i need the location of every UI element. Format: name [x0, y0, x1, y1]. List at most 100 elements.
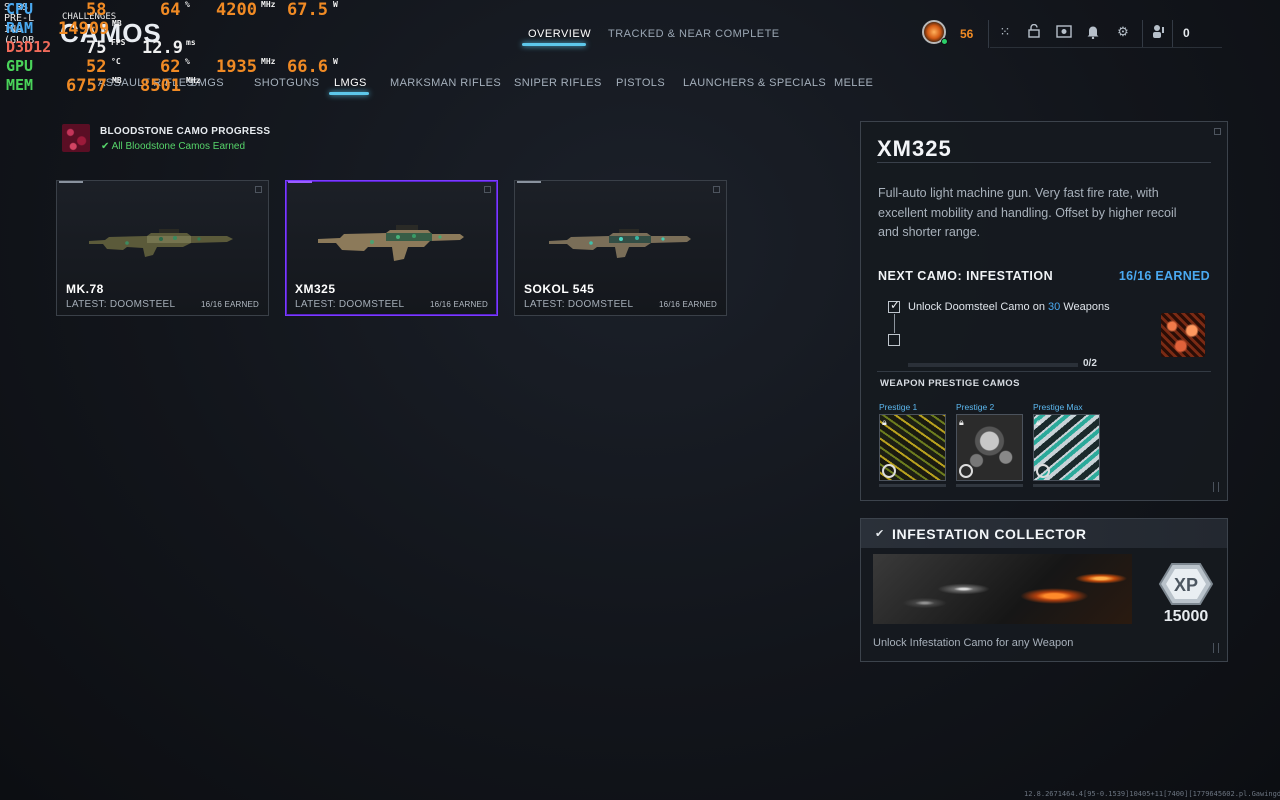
infestation-camo-thumbnail[interactable] [1161, 313, 1205, 357]
checkmark-icon: ✔ [101, 141, 112, 152]
prestige-label: Prestige 1 [879, 402, 918, 412]
gpu-temp: 52 [86, 57, 107, 77]
collector-description: Unlock Infestation Camo for any Weapon [873, 637, 1074, 649]
ram-label: RAM [6, 19, 34, 37]
collector-title: INFESTATION COLLECTOR [892, 526, 1087, 542]
weapon-earned-count: 16/16 EARNED [201, 300, 259, 309]
header-rule [990, 47, 1222, 48]
cpu-load: 64 [160, 0, 181, 20]
cpu-label: CPU [6, 0, 34, 18]
gpu-c-unit: °C [111, 57, 121, 66]
prestige-label: Prestige Max [1033, 402, 1083, 412]
cpu-mhz-unit: MHz [261, 0, 276, 9]
infestation-collector-panel: ✔ INFESTATION COLLECTOR XP 15000 Unlock … [860, 518, 1228, 662]
fps-value: 75 [86, 38, 107, 58]
card-progress-indicator [288, 181, 312, 183]
unlock-icon[interactable] [1026, 23, 1042, 40]
tab-shotguns[interactable]: SHOTGUNS [254, 77, 320, 89]
challenge-checkbox-empty [888, 334, 900, 346]
prestige-label: Prestige 2 [956, 402, 995, 412]
gpu-power: 66.6 [287, 57, 328, 77]
xp-badge-label: XP [1174, 575, 1198, 595]
weapon-detail-panel: XM325 Full-auto light machine gun. Very … [860, 121, 1228, 501]
next-camo-label: NEXT CAMO: INFESTATION [878, 269, 1054, 283]
ms-unit: ms [186, 38, 196, 47]
weapon-name: SOKOL 545 [524, 282, 595, 296]
next-camo-earned: 16/16 EARNED [1118, 269, 1210, 283]
camera-icon[interactable] [1056, 24, 1072, 40]
player-level: 56 [960, 27, 974, 41]
prestige-camo-image: 🔒︎ [956, 414, 1023, 481]
tab-lmgs-underline [329, 92, 369, 95]
lock-icon: 🔒︎ [1036, 417, 1041, 427]
settings-gear-icon[interactable]: ⚙ [1115, 24, 1131, 40]
divider [1172, 20, 1173, 48]
challenge-connector [894, 314, 895, 333]
xp-reward-value: 15000 [1163, 608, 1209, 625]
challenge-checkbox-checked [888, 298, 900, 313]
tab-overview-underline [522, 43, 586, 46]
cpu-clock: 4200 [216, 0, 257, 20]
tab-overview[interactable]: OVERVIEW [528, 28, 591, 40]
weapon-name: XM325 [295, 282, 336, 296]
challenge-text-post: Weapons [1060, 301, 1110, 313]
gpu-load: 62 [160, 57, 181, 77]
mem-mhz-unit: MHz [186, 76, 201, 85]
weapon-detail-title: XM325 [877, 136, 952, 161]
gpu-label: GPU [6, 57, 34, 75]
tab-launchers-specials[interactable]: LAUNCHERS & SPECIALS [683, 77, 826, 89]
card-progress-indicator [517, 181, 541, 183]
weapon-latest-camo: LATEST: DOOMSTEEL [295, 299, 405, 310]
party-icon[interactable] [1151, 24, 1167, 40]
tab-pistols[interactable]: PISTOLS [616, 77, 665, 89]
weapon-description: Full-auto light machine gun. Very fast f… [878, 186, 1177, 239]
weapon-card-sokol545[interactable]: SOKOL 545 LATEST: DOOMSTEEL 16/16 EARNED [514, 180, 727, 316]
calling-card-image [873, 554, 1132, 624]
prestige-progress-bar [956, 484, 1023, 487]
card-corner-icon [255, 186, 262, 193]
cpu-w-unit: W [333, 0, 338, 9]
xp-badge-icon: XP [1158, 563, 1214, 605]
mem-clock: 8501 [140, 76, 181, 96]
weapon-card-mk78[interactable]: MK.78 LATEST: DOOMSTEEL 16/16 EARNED [56, 180, 269, 316]
fps-unit: FPS [111, 38, 126, 47]
apps-grid-icon[interactable]: ⁙ [997, 24, 1013, 40]
bloodstone-status-text: All Bloodstone Camos Earned [111, 141, 246, 152]
challenge-count: 30 [1048, 301, 1061, 313]
weapon-card-xm325[interactable]: XM325 LATEST: DOOMSTEEL 16/16 EARNED [285, 180, 498, 316]
prestige-camo-image: 🔒︎ [1033, 414, 1100, 481]
tab-lmgs[interactable]: LMGS [334, 77, 367, 89]
mem-label: MEM [6, 76, 34, 94]
gpu-w-unit: W [333, 57, 338, 66]
tab-tracked-near-complete[interactable]: TRACKED & NEAR COMPLETE [608, 28, 780, 40]
bloodstone-title: BLOODSTONE CAMO PROGRESS [100, 126, 271, 137]
scroll-indicator-icon [1213, 643, 1219, 653]
prestige-camo-2[interactable]: Prestige 2 🔒︎ [956, 402, 1023, 487]
vram-used: 6757 [66, 76, 107, 96]
weapon-image-xm325 [318, 225, 464, 261]
tab-melee[interactable]: MELEE [834, 77, 873, 89]
gpu-clock: 1935 [216, 57, 257, 77]
card-corner-icon [484, 186, 491, 193]
frametime-value: 12.9 [142, 38, 183, 58]
challenge-progress-bar [908, 363, 1078, 367]
tab-marksman-rifles[interactable]: MARKSMAN RIFLES [390, 77, 501, 89]
prestige-camo-max[interactable]: Prestige Max 🔒︎ [1033, 402, 1100, 487]
weapon-image-mk78 [89, 229, 233, 257]
challenge-text: Unlock Doomsteel Camo on 30 Weapons [908, 301, 1110, 313]
d3d-label: D3D12 [6, 38, 52, 56]
scroll-indicator-icon [1213, 482, 1219, 492]
panel-corner-icon [1214, 128, 1221, 135]
weapon-latest-camo: LATEST: DOOMSTEEL [524, 299, 634, 310]
tab-sniper-rifles[interactable]: SNIPER RIFLES [514, 77, 602, 89]
divider [877, 371, 1211, 372]
weapon-latest-camo: LATEST: DOOMSTEEL [66, 299, 176, 310]
cpu-power: 67.5 [287, 0, 328, 20]
prestige-progress-bar [1033, 484, 1100, 487]
prestige-camo-1[interactable]: Prestige 1 🔒︎ [879, 402, 946, 487]
notifications-icon[interactable] [1085, 24, 1101, 40]
party-count: 0 [1183, 26, 1190, 40]
prestige-camos-title: WEAPON PRESTIGE CAMOS [880, 378, 1020, 389]
lock-icon: 🔒︎ [882, 417, 887, 427]
weapon-earned-count: 16/16 EARNED [659, 300, 717, 309]
